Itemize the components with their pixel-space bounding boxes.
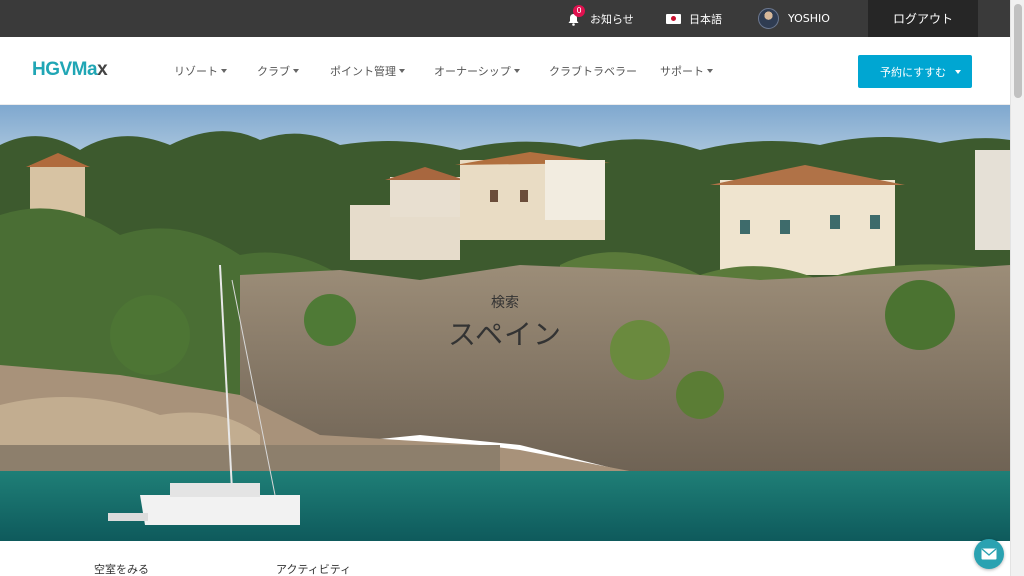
caret-down-icon (221, 69, 227, 73)
reserve-button[interactable]: 予約にすすむ (858, 55, 972, 88)
reserve-label: 予約にすすむ (880, 65, 947, 79)
user-menu[interactable]: YOSHIO (758, 0, 830, 37)
japan-flag-icon (666, 13, 681, 24)
nav-item-club[interactable]: クラブ (257, 63, 299, 79)
username: YOSHIO (788, 12, 830, 25)
language-label: 日本語 (689, 12, 722, 26)
top-utility-bar: 0 お知らせ 日本語 YOSHIO ログアウト (0, 0, 1010, 37)
nav-item-label: クラブ (257, 65, 290, 78)
mail-icon (981, 548, 997, 560)
nav-item-support[interactable]: サポート (660, 63, 713, 79)
nav-item-points[interactable]: ポイント管理 (330, 63, 405, 79)
nav-item-resort[interactable]: リゾート (174, 63, 227, 79)
hgvmax-logo[interactable]: HGVMax (32, 59, 108, 81)
nav-item-label: ポイント管理 (330, 65, 396, 78)
language-selector[interactable]: 日本語 (666, 0, 722, 37)
page-scrollbar[interactable] (1010, 0, 1024, 576)
nav-item-club-traveler[interactable]: クラブトラベラー (549, 63, 637, 79)
tab-availability[interactable]: 空室をみる (94, 561, 149, 576)
nav-item-label: リゾート (174, 65, 218, 78)
content-tabs: 空室をみる アクティビティ (0, 541, 1010, 576)
nav-item-ownership[interactable]: オーナーシップ (434, 63, 520, 79)
caret-down-icon (955, 70, 961, 74)
nav-item-label: クラブトラベラー (549, 65, 637, 78)
caret-down-icon (399, 69, 405, 73)
nav-item-label: オーナーシップ (434, 65, 511, 78)
logo-text: HGVMa (32, 59, 98, 80)
bell-icon: 0 (566, 4, 585, 27)
scrollbar-thumb[interactable] (1014, 4, 1022, 98)
hero-title: スペイン (447, 318, 563, 351)
main-navbar: HGVMax リゾート クラブ ポイント管理 オーナーシップ クラブトラベラー … (0, 37, 1010, 105)
notification-count-badge: 0 (573, 4, 585, 17)
chat-button[interactable] (974, 539, 1004, 569)
notifications-label: お知らせ (590, 12, 634, 26)
hero-banner: 検索 スペイン (0, 105, 1010, 541)
logout-button[interactable]: ログアウト (868, 0, 978, 37)
nav-item-label: サポート (660, 65, 704, 78)
hero-subtitle: 検索 (491, 295, 519, 311)
tab-activities[interactable]: アクティビティ (276, 561, 351, 576)
avatar (758, 8, 779, 29)
caret-down-icon (513, 69, 520, 73)
caret-down-icon (293, 69, 299, 73)
logo-x: x (97, 59, 108, 80)
caret-down-icon (707, 69, 713, 73)
notifications-link[interactable]: 0 お知らせ (566, 0, 634, 37)
